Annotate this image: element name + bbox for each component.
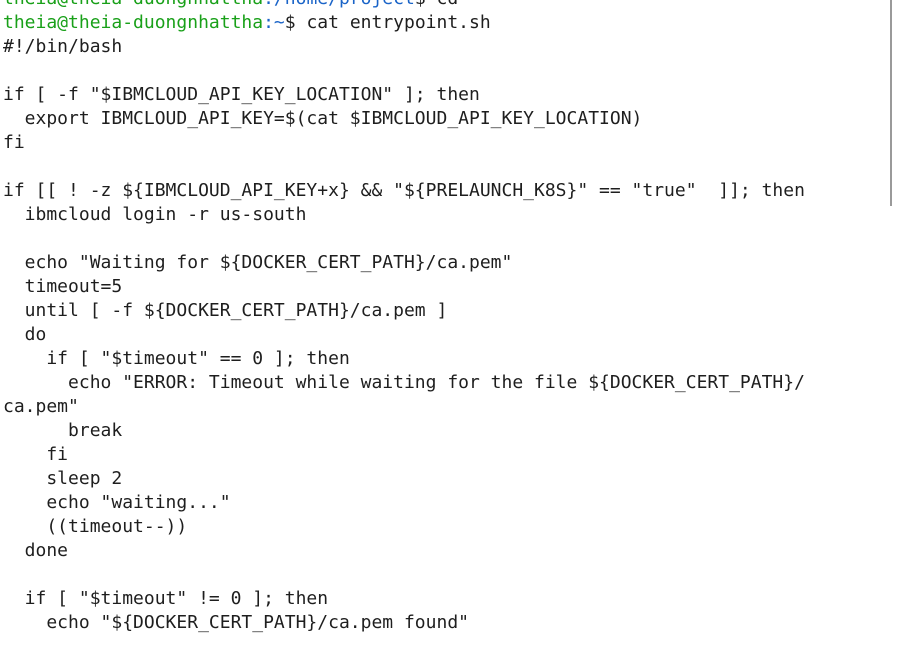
output-line: ((timeout--)) — [3, 516, 188, 537]
prompt-path: :/home/project — [263, 0, 415, 9]
output-line: echo "${DOCKER_CERT_PATH}/ca.pem found" — [3, 612, 469, 633]
output-line: until [ -f ${DOCKER_CERT_PATH}/ca.pem ] — [3, 300, 448, 321]
output-line: echo "Waiting for ${DOCKER_CERT_PATH}/ca… — [3, 252, 513, 273]
output-line: #!/bin/bash — [3, 36, 123, 57]
output-line: echo "ERROR: Timeout while waiting for t… — [3, 372, 805, 393]
prompt-symbol: $ — [415, 0, 437, 9]
output-line: timeout=5 — [3, 276, 123, 297]
output-line: if [ -f "$IBMCLOUD_API_KEY_LOCATION" ]; … — [3, 84, 480, 105]
prompt-command: cd — [437, 0, 459, 9]
output-line: export IBMCLOUD_API_KEY=$(cat $IBMCLOUD_… — [3, 108, 643, 129]
prompt-path: :~ — [263, 12, 285, 33]
output-line: fi — [3, 132, 25, 153]
prompt-command: cat entrypoint.sh — [306, 12, 491, 33]
output-line: echo "waiting..." — [3, 492, 231, 513]
output-line: break — [3, 420, 123, 441]
output-line: fi — [3, 444, 69, 465]
output-line: if [[ ! -z ${IBMCLOUD_API_KEY+x} && "${P… — [3, 180, 805, 201]
output-line: if [ "$timeout" != 0 ]; then — [3, 588, 329, 609]
prompt-user-host: theia@theia-duongnhattha — [3, 0, 263, 9]
prompt-line: theia@theia-duongnhattha:~$ cat entrypoi… — [3, 11, 805, 35]
output-line: do — [3, 324, 47, 345]
prompt-user-host: theia@theia-duongnhattha — [3, 12, 264, 33]
output-line: done — [3, 540, 69, 561]
prompt-symbol: $ — [284, 12, 307, 33]
terminal-window[interactable]: theia@theia-duongnhattha:/home/project$ … — [0, 0, 890, 645]
terminal-output: theia@theia-duongnhattha:/home/project$ … — [3, 0, 805, 635]
output-line: ibmcloud login -r us-south — [3, 204, 307, 225]
terminal-scrollbar[interactable] — [890, 0, 892, 206]
script-output: #!/bin/bash if [ -f "$IBMCLOUD_API_KEY_LO… — [3, 35, 805, 635]
output-line: if [ "$timeout" == 0 ]; then — [3, 348, 350, 369]
output-line: ca.pem" — [3, 396, 79, 417]
partial-prompt-line: theia@theia-duongnhattha:/home/project$ … — [3, 0, 805, 11]
output-line: sleep 2 — [3, 468, 123, 489]
